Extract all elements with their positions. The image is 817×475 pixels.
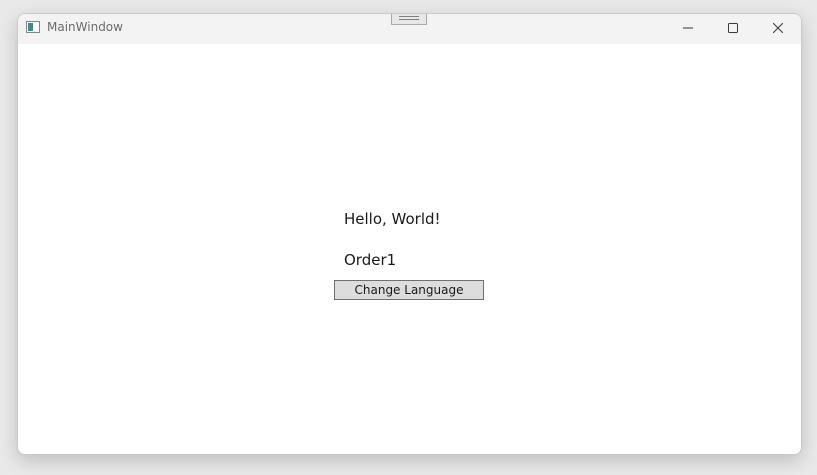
change-language-button[interactable]: Change Language xyxy=(334,280,484,300)
minimize-icon xyxy=(683,27,693,29)
greeting-text: Hello, World! xyxy=(344,210,441,228)
main-window: MainWindow Hello, World! Order1 Change L… xyxy=(17,13,802,455)
title-bar[interactable]: MainWindow xyxy=(18,14,801,44)
close-icon xyxy=(773,23,783,33)
minimize-button[interactable] xyxy=(665,14,711,44)
close-button[interactable] xyxy=(755,14,801,44)
maximize-icon xyxy=(728,23,738,33)
maximize-button[interactable] xyxy=(710,14,756,44)
window-content: Hello, World! Order1 Change Language xyxy=(18,44,801,454)
order-text: Order1 xyxy=(344,251,397,269)
window-title: MainWindow xyxy=(47,20,123,34)
drag-handle-icon[interactable] xyxy=(391,14,427,25)
app-window-icon xyxy=(26,21,40,33)
